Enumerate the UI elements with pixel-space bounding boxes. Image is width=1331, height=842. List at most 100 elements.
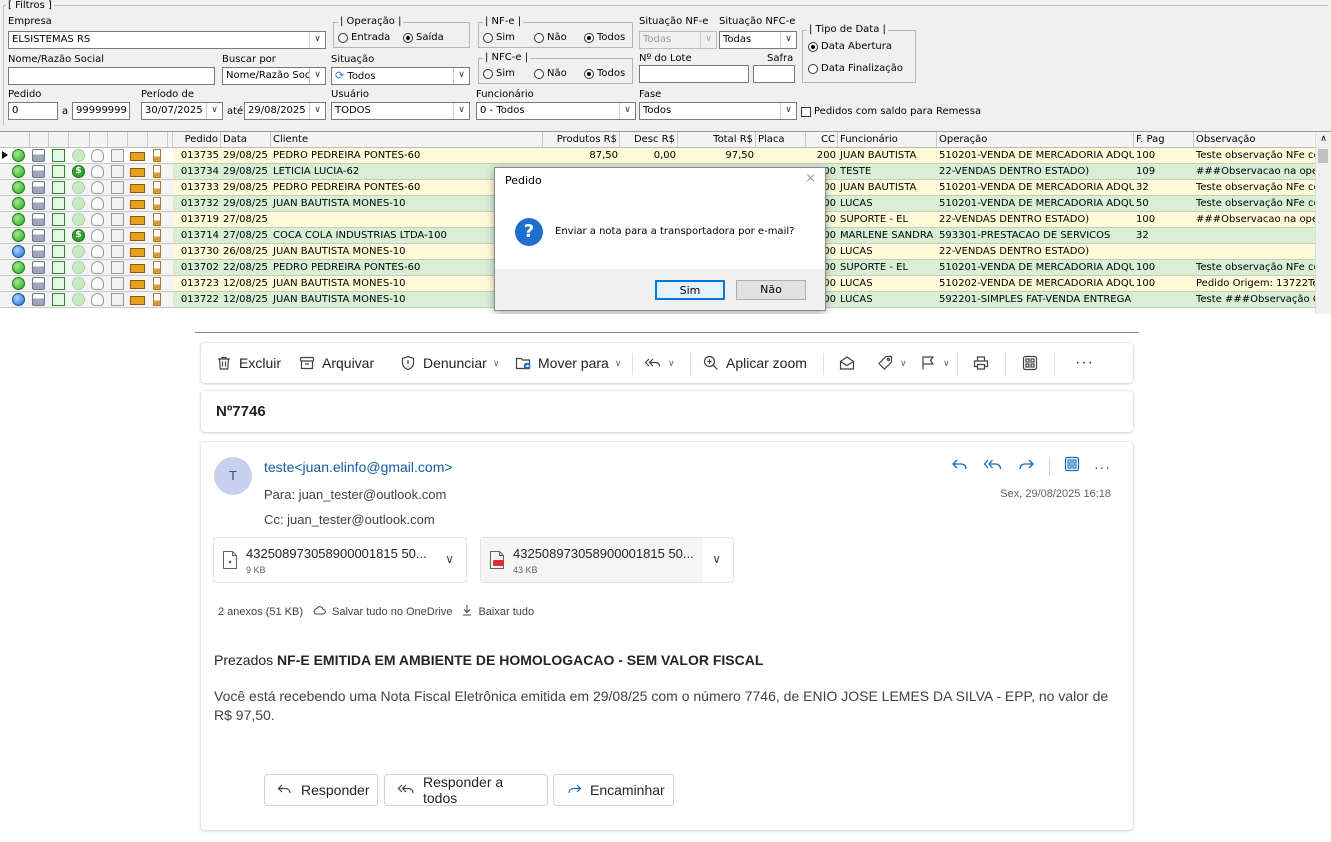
icon-column-header[interactable] — [88, 132, 108, 147]
chevron-down-icon[interactable]: ∨ — [712, 552, 721, 566]
sender-name[interactable]: teste<juan.elinfo@gmail.com> — [264, 459, 453, 475]
status-ball-icon[interactable] — [12, 245, 25, 258]
usuario-select[interactable]: TODOS ∨ — [331, 102, 470, 120]
envelope-icon[interactable] — [111, 197, 124, 210]
periodo-from-date[interactable]: 30/07/2025 ∨ — [141, 102, 223, 120]
radio-data-abertura[interactable]: Data Abertura — [808, 41, 892, 52]
column-header[interactable]: F. Pag — [1134, 132, 1194, 147]
printer-icon[interactable] — [32, 277, 45, 290]
truck-icon[interactable] — [130, 248, 145, 257]
envelope-icon[interactable] — [111, 181, 124, 194]
clip-icon[interactable] — [91, 245, 104, 258]
flag-button[interactable]: ∨ — [919, 343, 950, 383]
weight-icon[interactable] — [153, 181, 161, 194]
printer-icon[interactable] — [32, 261, 45, 274]
close-icon[interactable]: × — [805, 171, 816, 186]
clip-icon[interactable] — [91, 197, 104, 210]
column-header[interactable]: Pedido — [173, 132, 221, 147]
situacao-select[interactable]: ⟳ Todos ∨ — [331, 67, 470, 85]
forward-icon[interactable] — [1017, 456, 1035, 477]
forward-button[interactable]: Encaminhar — [553, 774, 674, 806]
printer-icon[interactable] — [32, 197, 45, 210]
envelope-icon[interactable] — [111, 229, 124, 242]
attachment-card[interactable]: 432508973058900001815 50... 43 KB ∨ — [480, 537, 734, 583]
document-icon[interactable] — [52, 245, 65, 258]
pedido-from-input[interactable]: 0 — [8, 102, 58, 120]
situacao-nfe-select[interactable]: Todas ∨ — [639, 31, 717, 49]
buscar-select[interactable]: Nome/Razão Soc ∨ — [222, 67, 326, 85]
truck-icon[interactable] — [130, 280, 145, 289]
status-ball-icon[interactable] — [12, 229, 25, 242]
safra-input[interactable] — [753, 65, 795, 83]
envelope-icon[interactable] — [111, 261, 124, 274]
situacao-nfce-select[interactable]: Todas ∨ — [719, 31, 797, 49]
document-icon[interactable] — [52, 213, 65, 226]
column-header[interactable]: Cliente — [271, 132, 543, 147]
zoom-button[interactable]: Aplicar zoom — [702, 343, 807, 383]
printer-icon[interactable] — [32, 229, 45, 242]
icon-column-header[interactable] — [10, 132, 30, 147]
clip-icon[interactable] — [91, 165, 104, 178]
printer-icon[interactable] — [32, 149, 45, 162]
coin-icon[interactable] — [72, 213, 85, 226]
dollar-icon[interactable]: $ — [72, 229, 85, 242]
clip-icon[interactable] — [91, 293, 104, 306]
archive-button[interactable]: Arquivar — [298, 343, 374, 383]
weight-icon[interactable] — [153, 293, 161, 306]
coin-icon[interactable] — [72, 277, 85, 290]
chevron-down-icon[interactable]: ∨ — [445, 552, 454, 566]
radio-saida[interactable]: Saída — [403, 32, 444, 43]
weight-icon[interactable] — [153, 197, 161, 210]
more-options-button[interactable]: ··· — [1075, 343, 1094, 383]
move-button[interactable]: Mover para ∨ — [514, 343, 621, 383]
truck-icon[interactable] — [130, 200, 145, 209]
truck-icon[interactable] — [130, 184, 145, 193]
dollar-icon[interactable]: $ — [72, 165, 85, 178]
document-icon[interactable] — [52, 277, 65, 290]
save-onedrive-button[interactable]: Salvar tudo no OneDrive — [313, 606, 452, 618]
envelope-icon[interactable] — [111, 293, 124, 306]
avatar[interactable]: T — [214, 457, 252, 495]
icon-column-header[interactable] — [148, 132, 168, 147]
yes-button[interactable]: Sim — [655, 280, 725, 300]
table-row[interactable]: 013735 29/08/25 PEDRO PEDREIRA PONTES-60 87… — [0, 148, 1316, 164]
document-icon[interactable] — [52, 293, 65, 306]
coin-icon[interactable] — [72, 181, 85, 194]
reply-icon[interactable] — [951, 456, 969, 477]
reply-all-button[interactable]: Responder a todos — [384, 774, 548, 806]
truck-icon[interactable] — [130, 296, 145, 305]
envelope-icon[interactable] — [111, 277, 124, 290]
status-ball-icon[interactable] — [12, 165, 25, 178]
print-button[interactable] — [972, 343, 990, 383]
tag-button[interactable]: ∨ — [876, 343, 907, 383]
status-ball-icon[interactable] — [12, 293, 25, 306]
document-icon[interactable] — [52, 165, 65, 178]
column-header[interactable]: CC — [806, 132, 838, 147]
truck-icon[interactable] — [130, 152, 145, 161]
scroll-up-arrow[interactable]: ∧ — [1316, 132, 1331, 147]
report-button[interactable]: Denunciar ∨ — [399, 343, 499, 383]
weight-icon[interactable] — [153, 149, 161, 162]
coin-icon[interactable] — [72, 245, 85, 258]
clip-icon[interactable] — [91, 277, 104, 290]
icon-column-header[interactable] — [49, 132, 69, 147]
mark-read-button[interactable] — [838, 343, 856, 383]
reply-all-dropdown[interactable]: ∨ — [644, 343, 675, 383]
truck-icon[interactable] — [130, 216, 145, 225]
printer-icon[interactable] — [32, 213, 45, 226]
saldo-remessa-checkbox[interactable]: Pedidos com saldo para Remessa — [801, 106, 981, 117]
envelope-icon[interactable] — [111, 213, 124, 226]
status-ball-icon[interactable] — [12, 181, 25, 194]
clip-icon[interactable] — [91, 213, 104, 226]
column-header[interactable]: Observação — [1194, 132, 1316, 147]
coin-icon[interactable] — [72, 261, 85, 274]
fase-select[interactable]: Todos ∨ — [639, 102, 797, 120]
column-header[interactable]: Funcionário — [838, 132, 937, 147]
column-header[interactable]: Data — [221, 132, 271, 147]
no-button[interactable]: Não — [736, 280, 806, 300]
weight-icon[interactable] — [153, 261, 161, 274]
icon-column-header[interactable] — [108, 132, 128, 147]
column-header[interactable]: Total R$ — [678, 132, 756, 147]
weight-icon[interactable] — [153, 165, 161, 178]
weight-icon[interactable] — [153, 229, 161, 242]
